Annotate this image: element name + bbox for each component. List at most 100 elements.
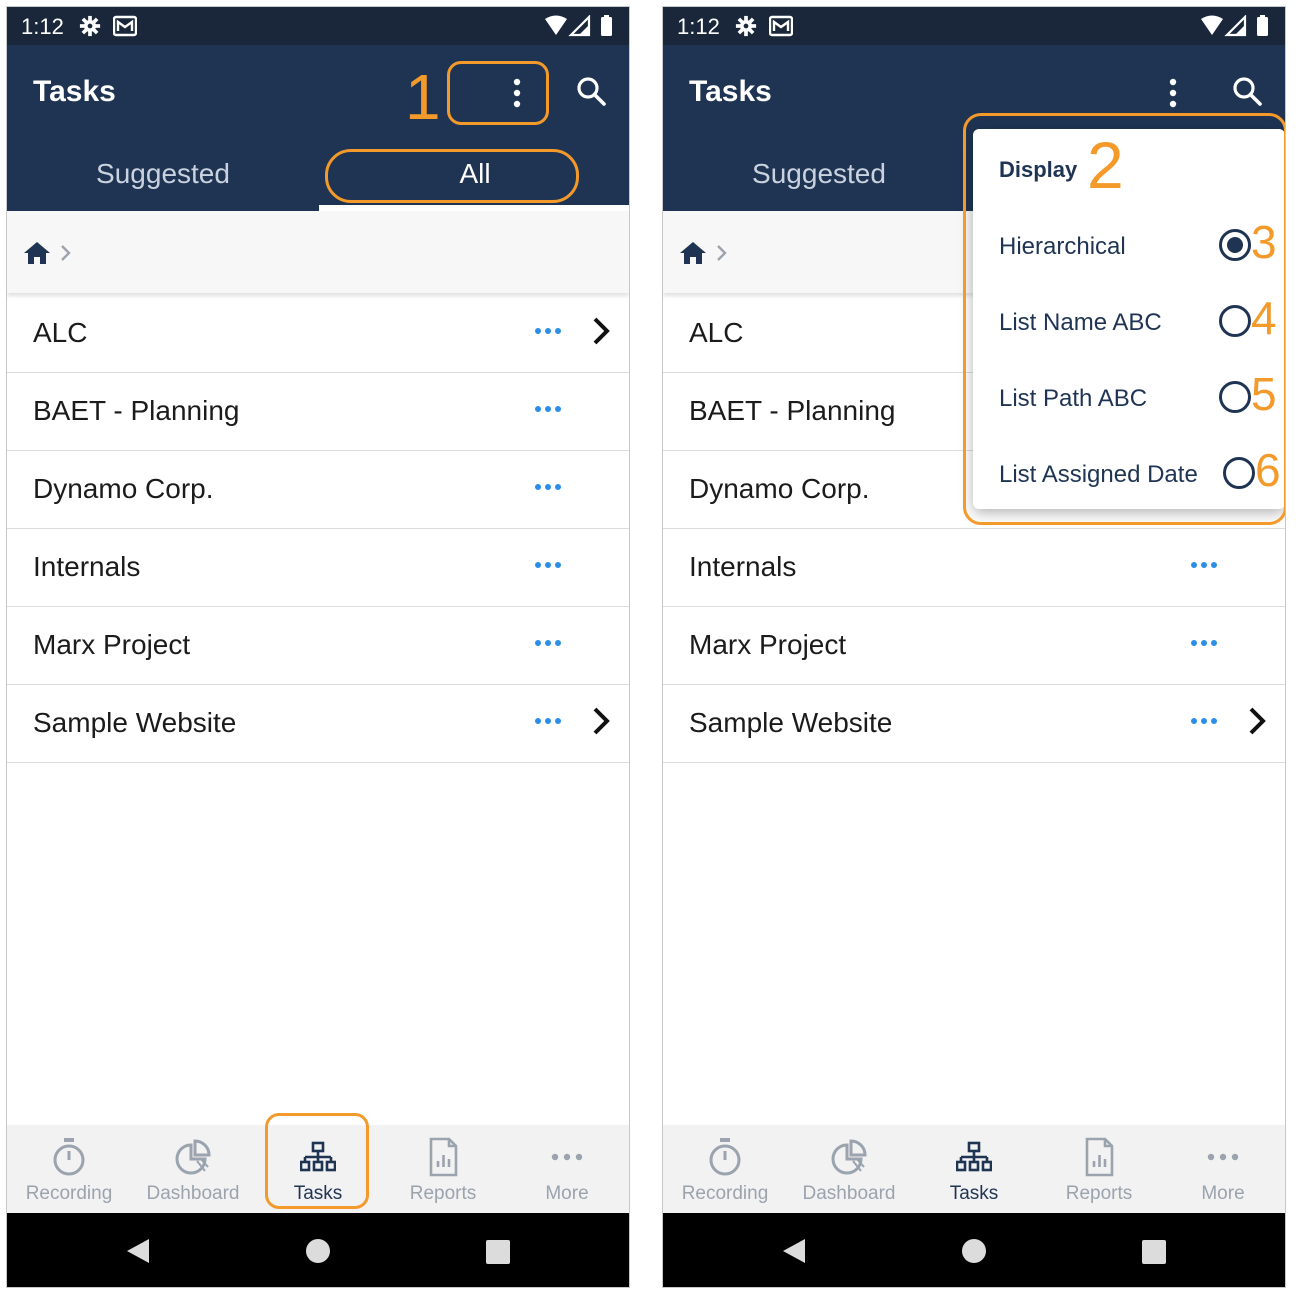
home-icon[interactable] [679, 241, 707, 265]
recents-icon[interactable] [1141, 1239, 1167, 1265]
gear-icon [79, 15, 101, 37]
nav-label: Dashboard [146, 1183, 240, 1204]
list-item-label: Sample Website [689, 707, 893, 738]
more-horiz-icon [1207, 1153, 1239, 1161]
list-item-label: Internals [689, 551, 797, 582]
wifi-icon [545, 15, 567, 35]
search-icon [577, 77, 606, 106]
list-item[interactable]: Marx Project [663, 607, 1285, 685]
bottom-navigation: Recording Dashboard Tasks Reports More [663, 1125, 1285, 1213]
more-horiz-icon[interactable] [1189, 559, 1219, 571]
list-item-label: ALC [33, 317, 88, 348]
hierarchy-icon [956, 1141, 992, 1172]
gear-icon [735, 15, 757, 37]
more-horiz-icon[interactable] [1189, 637, 1219, 649]
chevron-right-icon [717, 245, 727, 261]
task-list: ALC BAET - Planning Dynamo Corp. Interna… [7, 295, 629, 763]
callout-box-display-menu [963, 113, 1285, 525]
chevron-right-icon[interactable] [591, 315, 613, 347]
list-item-label: BAET - Planning [33, 395, 240, 426]
nav-recording[interactable]: Recording [7, 1125, 131, 1213]
more-horiz-icon[interactable] [533, 325, 563, 337]
battery-icon [1257, 17, 1268, 36]
overflow-menu-button[interactable] [1153, 73, 1193, 113]
stopwatch-icon [709, 1138, 741, 1176]
nav-label: Recording [25, 1183, 113, 1204]
more-horiz-icon[interactable] [533, 481, 563, 493]
more-horiz-icon[interactable] [533, 559, 563, 571]
list-item[interactable]: ALC [7, 295, 629, 373]
nav-label: More [545, 1183, 589, 1204]
list-item-label: Dynamo Corp. [33, 473, 214, 504]
nav-label: Reports [1065, 1183, 1133, 1204]
list-item-label: ALC [689, 317, 744, 348]
list-item[interactable]: Sample Website [663, 685, 1285, 763]
callout-box-tasks-nav [265, 1113, 369, 1209]
home-circle-icon[interactable] [961, 1237, 987, 1265]
list-item[interactable]: Internals [7, 529, 629, 607]
list-item-label: Sample Website [33, 707, 237, 738]
mail-icon [769, 15, 793, 37]
nav-label: Dashboard [802, 1183, 896, 1204]
breadcrumb [7, 211, 629, 293]
list-item-label: Marx Project [33, 629, 191, 660]
nav-dashboard[interactable]: Dashboard [787, 1125, 911, 1213]
search-icon [1233, 77, 1262, 106]
pie-chart-icon [175, 1139, 211, 1175]
list-item[interactable]: Internals [663, 529, 1285, 607]
status-time: 1:12 [677, 14, 720, 39]
wifi-icon [1201, 15, 1223, 35]
nav-dashboard[interactable]: Dashboard [131, 1125, 255, 1213]
search-button[interactable] [571, 71, 611, 111]
page-title: Tasks [689, 75, 772, 108]
back-icon[interactable] [781, 1237, 807, 1265]
tab-suggested[interactable]: Suggested [7, 143, 319, 209]
stopwatch-icon [53, 1138, 85, 1176]
nav-label: Reports [409, 1183, 477, 1204]
recents-icon[interactable] [485, 1239, 511, 1265]
callout-box-overflow [447, 61, 549, 125]
status-bar: 1:12 [663, 7, 1285, 45]
nav-tasks[interactable]: Tasks [912, 1125, 1036, 1213]
nav-reports[interactable]: Reports [381, 1125, 505, 1213]
list-item-label: BAET - Planning [689, 395, 896, 426]
page-title: Tasks [33, 75, 116, 108]
more-horiz-icon[interactable] [533, 715, 563, 727]
nav-label: Tasks [949, 1183, 999, 1204]
wifi-signal-battery-icons [1201, 15, 1268, 37]
back-icon[interactable] [125, 1237, 151, 1265]
chevron-right-icon [61, 245, 71, 261]
more-vert-icon [1169, 78, 1177, 108]
more-horiz-icon[interactable] [1189, 715, 1219, 727]
status-bar: 1:12 [7, 7, 629, 45]
nav-reports[interactable]: Reports [1037, 1125, 1161, 1213]
chevron-right-icon[interactable] [591, 705, 613, 737]
phone-screen-left: 1:12 Tasks Suggested All ALC BAET - Plan… [6, 6, 630, 1288]
nav-more[interactable]: More [505, 1125, 629, 1213]
report-icon [429, 1137, 458, 1177]
list-item-label: Internals [33, 551, 141, 582]
list-item[interactable]: Marx Project [7, 607, 629, 685]
nav-label: Recording [681, 1183, 769, 1204]
system-navigation-bar [7, 1213, 629, 1287]
list-item[interactable]: BAET - Planning [7, 373, 629, 451]
nav-recording[interactable]: Recording [663, 1125, 787, 1213]
callout-number-1: 1 [405, 61, 441, 133]
report-icon [1085, 1137, 1114, 1177]
tab-suggested[interactable]: Suggested [663, 143, 975, 209]
more-horiz-icon[interactable] [533, 403, 563, 415]
status-time: 1:12 [21, 14, 64, 39]
home-icon[interactable] [23, 241, 51, 265]
more-horiz-icon[interactable] [533, 637, 563, 649]
home-circle-icon[interactable] [305, 1237, 331, 1265]
list-item-label: Dynamo Corp. [689, 473, 870, 504]
phone-screen-right: 1:12 Tasks Suggested All ALC BAET - Plan… [662, 6, 1286, 1288]
chevron-right-icon[interactable] [1247, 705, 1269, 737]
list-item[interactable]: Sample Website [7, 685, 629, 763]
callout-box-all-tab [325, 149, 579, 203]
more-horiz-icon [551, 1153, 583, 1161]
list-item-label: Marx Project [689, 629, 847, 660]
nav-more[interactable]: More [1161, 1125, 1285, 1213]
list-item[interactable]: Dynamo Corp. [7, 451, 629, 529]
search-button[interactable] [1227, 71, 1267, 111]
